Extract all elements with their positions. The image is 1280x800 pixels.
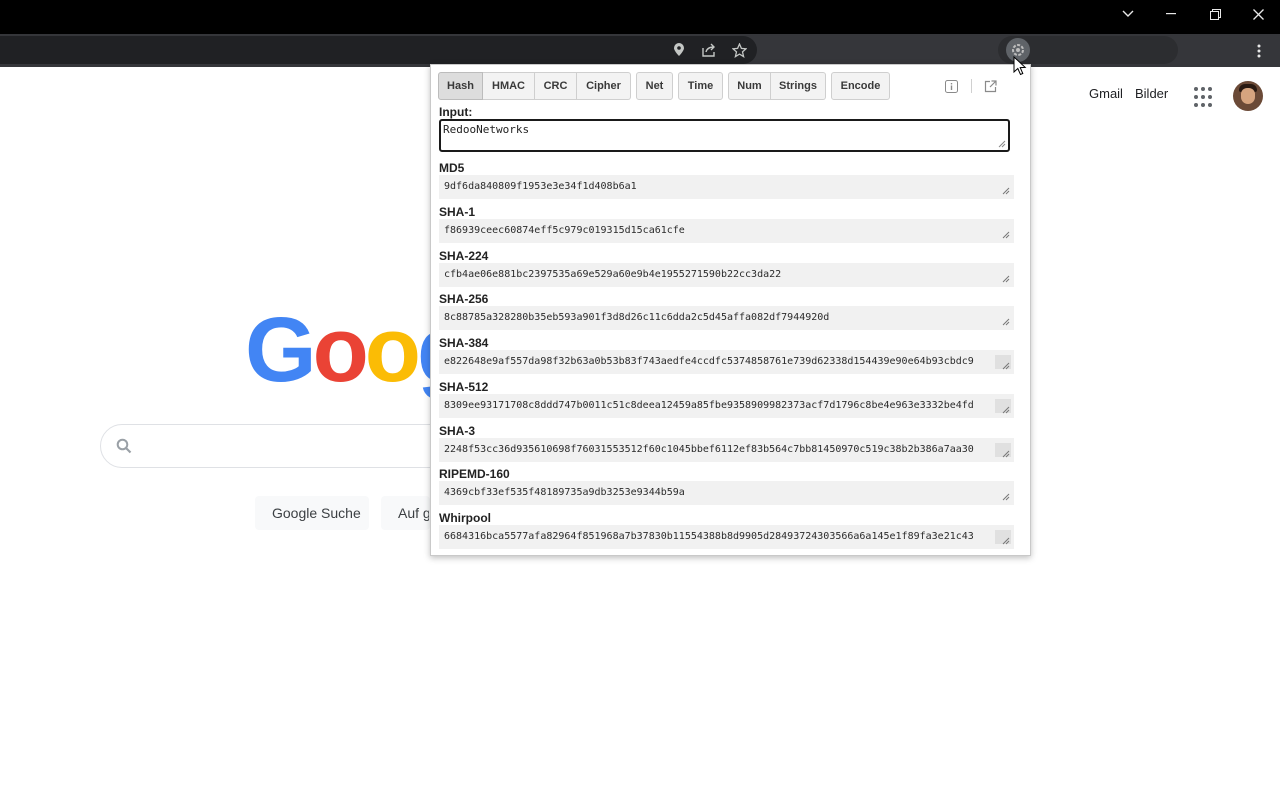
hash-label: SHA-384 <box>439 336 489 350</box>
hash-output-field[interactable]: 6684316bca5577afa82964f851968a7b37830b11… <box>439 525 1014 549</box>
gmail-link[interactable]: Gmail <box>1089 86 1123 106</box>
resize-handle-icon[interactable] <box>1002 318 1010 326</box>
hash-output-field[interactable]: f86939ceec60874eff5c979c019315d15ca61cfe <box>439 219 1014 243</box>
hash-label: RIPEMD-160 <box>439 467 510 481</box>
images-link[interactable]: Bilder <box>1135 86 1168 106</box>
hash-value: 4369cbf33ef535f48189735a9db3253e9344b59a <box>444 487 685 498</box>
logo-letter: o <box>364 300 421 400</box>
location-pin-icon[interactable] <box>671 42 687 58</box>
hash-label: SHA-512 <box>439 380 489 394</box>
hash-output-field[interactable]: cfb4ae06e881bc2397535a69e529a60e9b4e1955… <box>439 263 1014 287</box>
resize-handle-icon[interactable] <box>1002 275 1010 283</box>
hash-row: Whirpool 6684316bca5577afa82964f851968a7b… <box>439 511 1015 551</box>
hash-row: SHA-3 2248f53cc36d935610698f76031553512f6… <box>439 424 1015 464</box>
hash-value: 8309ee93171708c8ddd747b0011c51c8deea1245… <box>444 400 974 411</box>
hash-row: RIPEMD-160 4369cbf33ef535f48189735a9db325… <box>439 467 1015 507</box>
minimize-button[interactable] <box>1149 0 1193 28</box>
hash-value: 9df6da840809f1953e3e34f1d408b6a1 <box>444 181 637 192</box>
input-label: Input: <box>439 105 473 119</box>
input-textarea[interactable]: RedooNetworks <box>439 119 1010 152</box>
logo-letter: G <box>245 300 317 400</box>
hash-value: 8c88785a328280b35eb593a901f3d8d26c11c6dd… <box>444 312 830 323</box>
hash-output-field[interactable]: 8309ee93171708c8ddd747b0011c51c8deea1245… <box>439 394 1014 418</box>
resize-handle-icon[interactable] <box>1002 231 1010 239</box>
hash-row: SHA-384 e822648e9af557da98f32b63a0b53b83f… <box>439 336 1015 376</box>
open-external-icon[interactable] <box>982 78 998 94</box>
hash-value: e822648e9af557da98f32b63a0b53b83f743aedf… <box>444 356 974 367</box>
address-bar[interactable] <box>0 36 757 64</box>
hash-row: SHA-224 cfb4ae06e881bc2397535a69e529a60e9… <box>439 249 1015 289</box>
restore-button[interactable] <box>1193 0 1237 28</box>
hash-label: SHA-3 <box>439 424 476 438</box>
hash-label: MD5 <box>439 161 465 175</box>
hash-label: SHA-1 <box>439 205 476 219</box>
tab-net[interactable]: Net <box>636 72 673 100</box>
resize-handle-icon[interactable] <box>1002 450 1010 458</box>
tab-encode[interactable]: Encode <box>831 72 890 100</box>
hash-value: f86939ceec60874eff5c979c019315d15ca61cfe <box>444 225 685 236</box>
tab-crc[interactable]: CRC <box>535 72 577 100</box>
toolbar-divider <box>971 79 972 93</box>
extension-gear-icon <box>1012 44 1024 56</box>
hash-row: SHA-1 f86939ceec60874eff5c979c019315d15ca… <box>439 205 1015 245</box>
hash-output-field[interactable]: 8c88785a328280b35eb593a901f3d8d26c11c6dd… <box>439 306 1014 330</box>
hash-extension-button[interactable] <box>1006 38 1030 62</box>
google-apps-icon[interactable] <box>1191 84 1215 108</box>
minimize-icon <box>1166 13 1176 15</box>
hash-label: SHA-256 <box>439 292 489 306</box>
bookmark-star-icon[interactable] <box>731 42 747 58</box>
info-icon[interactable] <box>943 78 959 94</box>
hash-row: MD5 9df6da840809f1953e3e34f1d408b6a1 <box>439 161 1015 201</box>
avatar[interactable] <box>1233 81 1263 111</box>
hash-output-field[interactable]: 9df6da840809f1953e3e34f1d408b6a1 <box>439 175 1014 199</box>
popup-tabs: Hash HMAC CRC Cipher Net Time Num String… <box>438 72 895 100</box>
close-window-button[interactable] <box>1236 0 1280 28</box>
resize-handle-icon[interactable] <box>1002 187 1010 195</box>
resize-handle-icon[interactable] <box>1002 406 1010 414</box>
share-icon[interactable] <box>701 42 717 58</box>
hash-output-field[interactable]: 2248f53cc36d935610698f76031553512f60c104… <box>439 438 1014 462</box>
tab-strings[interactable]: Strings <box>771 72 826 100</box>
resize-handle-icon[interactable] <box>998 140 1006 148</box>
resize-handle-icon[interactable] <box>1002 493 1010 501</box>
hash-value: cfb4ae06e881bc2397535a69e529a60e9b4e1955… <box>444 269 782 280</box>
google-search-button[interactable]: Google Suche <box>255 496 369 530</box>
resize-handle-icon[interactable] <box>1002 537 1010 545</box>
search-icon <box>116 438 134 456</box>
hash-value: 6684316bca5577afa82964f851968a7b37830b11… <box>444 531 974 542</box>
input-text: RedooNetworks <box>443 123 530 136</box>
restore-icon <box>1209 8 1221 20</box>
feeling-lucky-button[interactable]: Auf gu <box>381 496 430 530</box>
more-vert-icon <box>1257 44 1261 58</box>
hash-output-field[interactable]: e822648e9af557da98f32b63a0b53b83f743aedf… <box>439 350 1014 374</box>
hash-output-field[interactable]: 4369cbf33ef535f48189735a9db3253e9344b59a <box>439 481 1014 505</box>
google-logo: Goog <box>245 300 435 400</box>
logo-letter: o <box>312 300 369 400</box>
window-titlebar <box>0 0 1280 34</box>
hash-row: SHA-512 8309ee93171708c8ddd747b0011c51c8d… <box>439 380 1015 420</box>
tab-num[interactable]: Num <box>728 72 771 100</box>
browser-toolbar <box>0 34 1280 67</box>
hash-label: SHA-224 <box>439 249 489 263</box>
hash-extension-popup: Hash HMAC CRC Cipher Net Time Num String… <box>430 64 1031 556</box>
close-icon <box>1252 8 1264 20</box>
hash-label: Whirpool <box>439 511 491 525</box>
tab-hash[interactable]: Hash <box>438 72 483 100</box>
tab-hmac[interactable]: HMAC <box>483 72 535 100</box>
hash-value: 2248f53cc36d935610698f76031553512f60c104… <box>444 444 974 455</box>
tab-time[interactable]: Time <box>678 72 723 100</box>
hash-row: SHA-256 8c88785a328280b35eb593a901f3d8d26… <box>439 292 1015 332</box>
tab-cipher[interactable]: Cipher <box>577 72 631 100</box>
tab-search-button[interactable] <box>1106 0 1150 28</box>
resize-handle-icon[interactable] <box>1002 362 1010 370</box>
chevron-down-icon <box>1122 10 1134 17</box>
browser-menu-button[interactable] <box>1248 40 1270 62</box>
